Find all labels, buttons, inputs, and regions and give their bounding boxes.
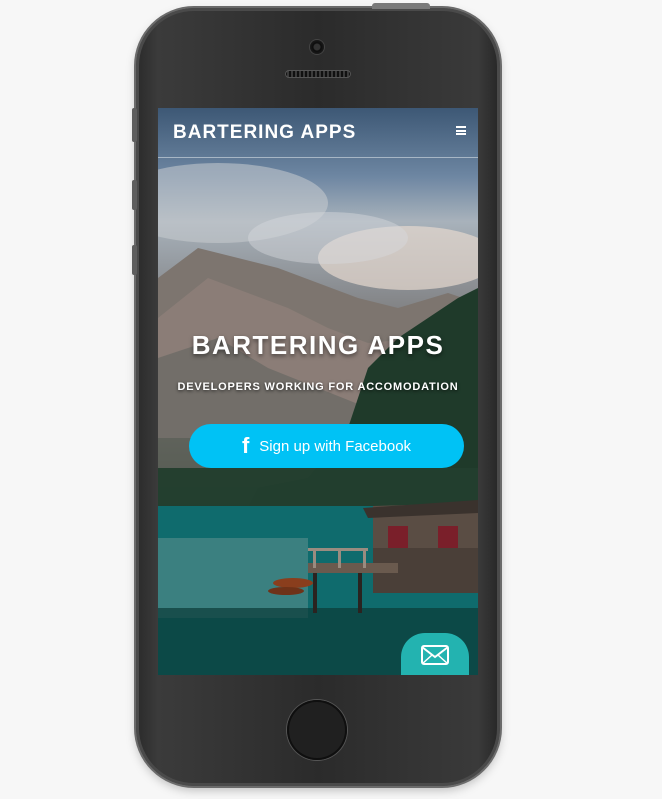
- contact-mail-button[interactable]: [401, 633, 469, 675]
- volume-up-button: [132, 180, 137, 210]
- earpiece-speaker: [285, 70, 351, 78]
- power-button: [372, 3, 430, 9]
- hero-subtitle: DEVELOPERS WORKING FOR ACCOMODATION: [177, 381, 459, 393]
- brand-logo[interactable]: BARTERING APPS: [173, 122, 356, 144]
- hamburger-menu-icon[interactable]: [456, 126, 466, 135]
- envelope-icon: [421, 645, 449, 665]
- hero-title: BARTERING APPS: [191, 330, 445, 360]
- volume-down-button: [132, 245, 137, 275]
- facebook-signup-button[interactable]: f Sign up with Facebook: [189, 424, 464, 468]
- navbar: BARTERING APPS: [158, 108, 478, 158]
- facebook-signup-label: Sign up with Facebook: [259, 437, 412, 455]
- facebook-icon: f: [241, 433, 250, 458]
- front-camera: [310, 40, 324, 54]
- phone-screen: BARTERING APPS BARTERING APPS DEVELOPERS…: [158, 108, 478, 675]
- mute-switch: [132, 108, 137, 142]
- home-button: [287, 700, 347, 760]
